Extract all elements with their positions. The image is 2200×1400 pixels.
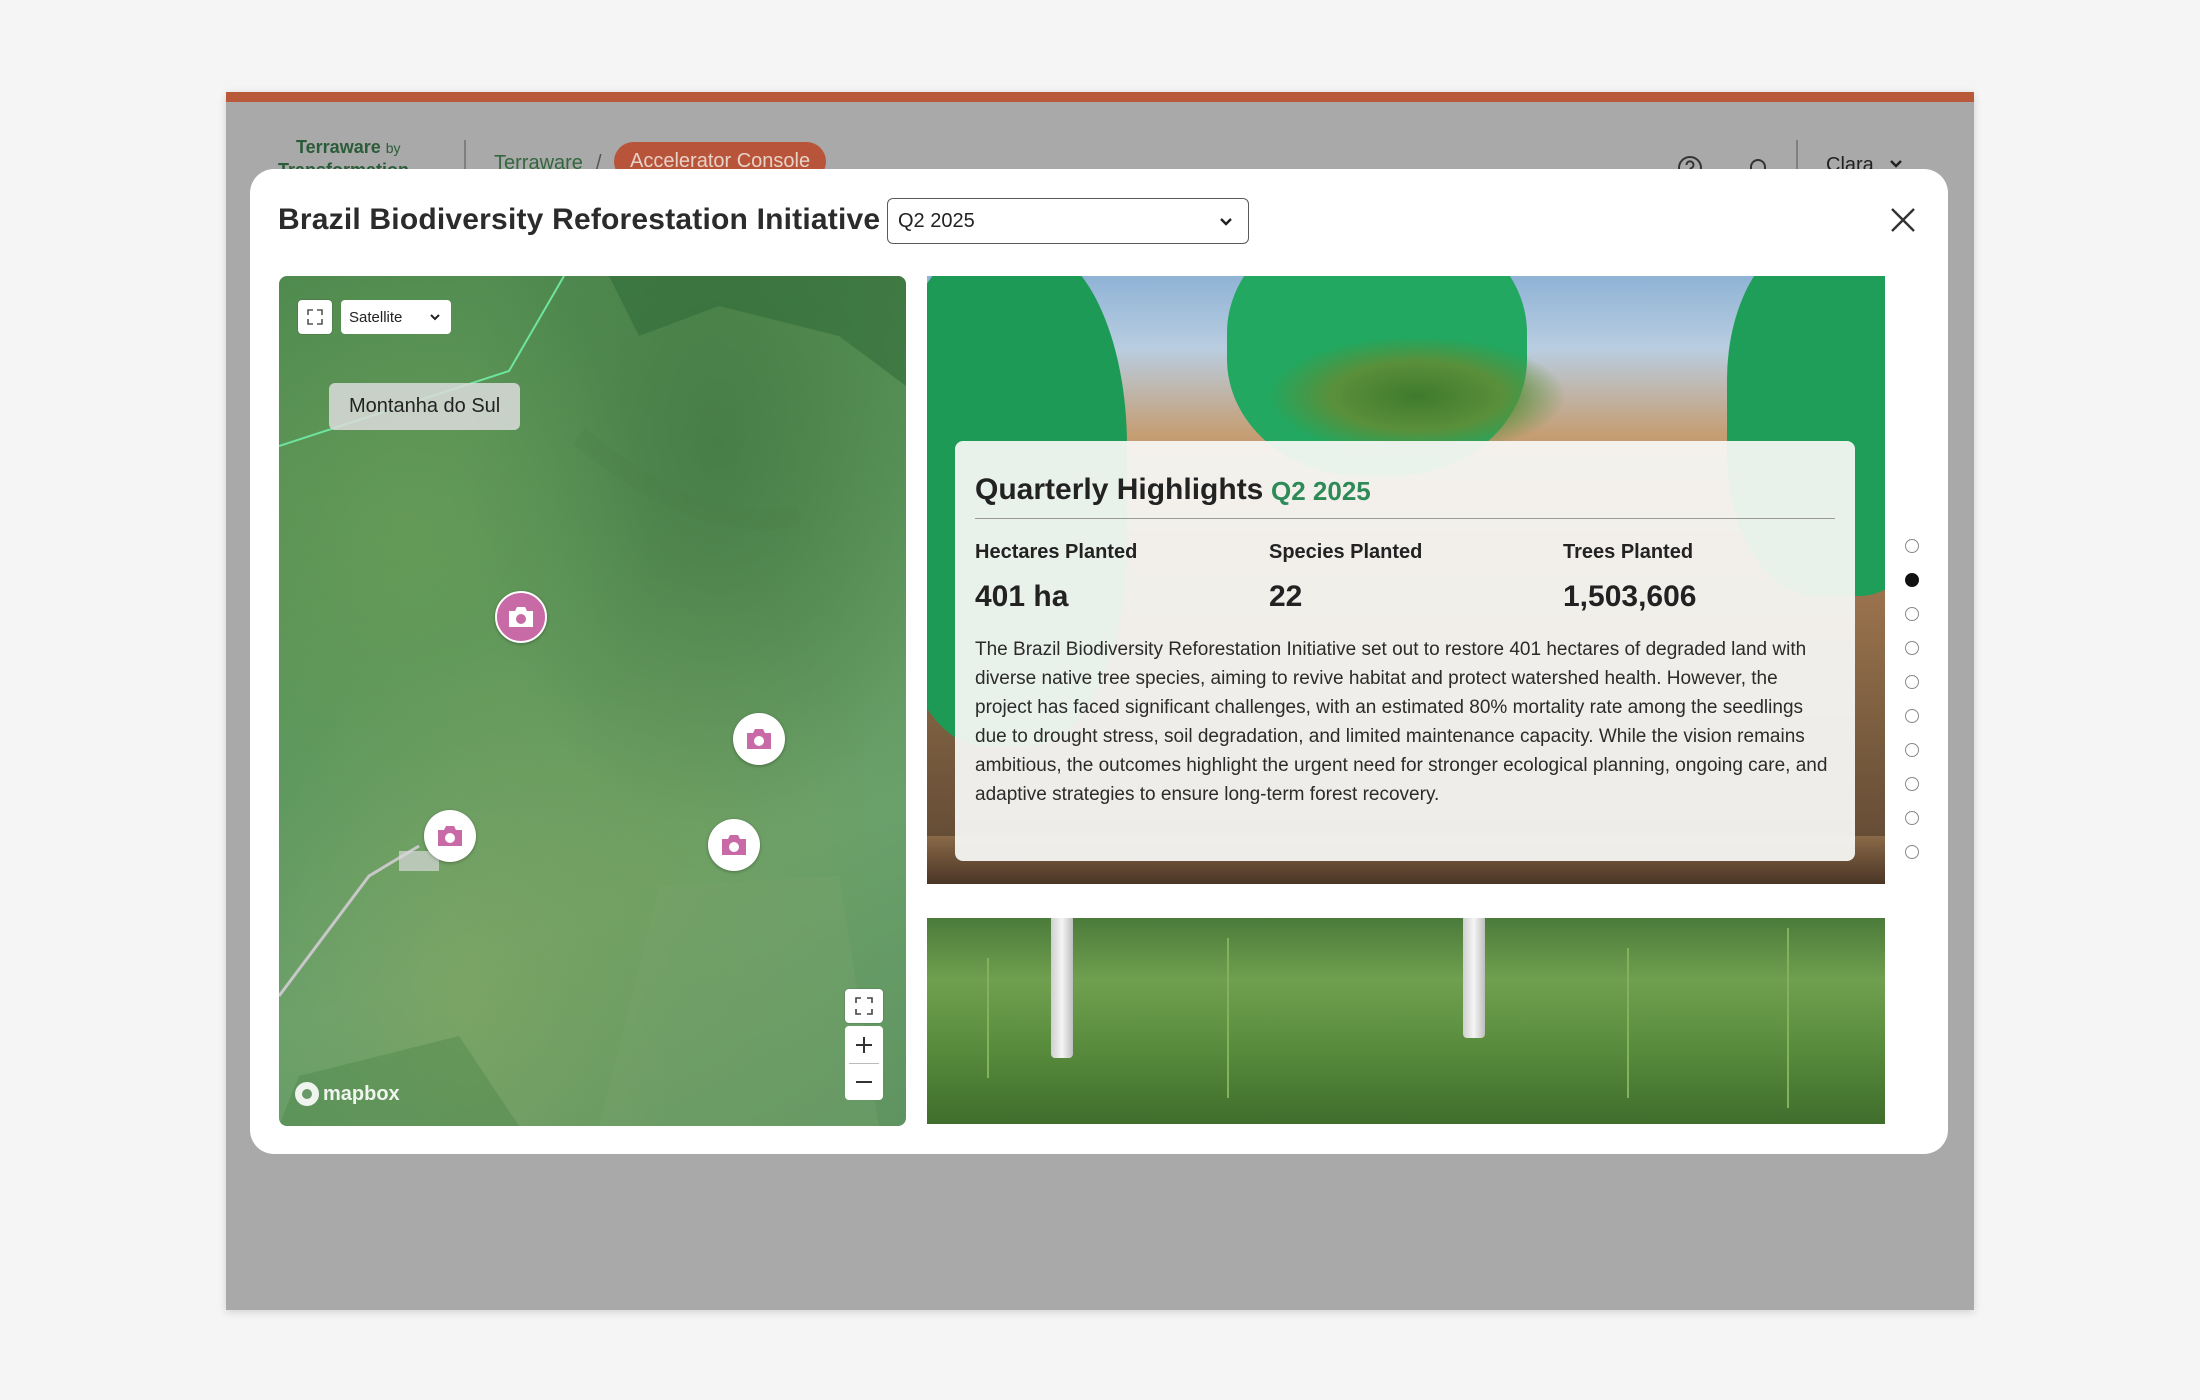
fullscreen-button[interactable] [845, 989, 883, 1023]
logo-name: Terraware [296, 137, 381, 157]
photo-grass [1627, 948, 1629, 1098]
map-type-select[interactable]: Satellite [341, 300, 451, 334]
stat-value: 22 [1269, 580, 1303, 613]
minus-icon [856, 1080, 872, 1083]
photo-marker[interactable] [495, 591, 547, 643]
pagination-dot[interactable] [1905, 845, 1919, 859]
pagination-dot[interactable] [1905, 743, 1919, 757]
photo-post [1463, 918, 1485, 1038]
map-type-value: Satellite [349, 309, 403, 326]
stat-value: 401 ha [975, 580, 1069, 613]
camera-icon [438, 826, 462, 846]
expand-icon [307, 309, 323, 325]
stat-label: Hectares Planted [975, 541, 1138, 563]
pagination-dot[interactable] [1905, 777, 1919, 791]
plus-icon [856, 1036, 872, 1053]
project-highlights-modal: Brazil Biodiversity Reforestation Initia… [250, 169, 1948, 1154]
photo-grass [1787, 928, 1789, 1108]
app-logo[interactable]: Terraware by [296, 138, 401, 157]
highlights-period: Q2 2025 [1271, 476, 1371, 506]
photo-grass [1227, 938, 1229, 1098]
modal-title: Brazil Biodiversity Reforestation Initia… [278, 203, 881, 236]
photo-marker[interactable] [733, 713, 785, 765]
stat-species: Species Planted 22 [1269, 541, 1422, 614]
zoom-controls [845, 1026, 883, 1100]
photo-post [1051, 918, 1073, 1058]
pagination-dot[interactable] [1905, 675, 1919, 689]
project-map[interactable]: Satellite Montanha do Sul mapbox [279, 276, 906, 1126]
camera-icon [747, 729, 771, 749]
highlights-divider [975, 518, 1835, 519]
pagination-dot[interactable] [1905, 539, 1919, 553]
mapbox-attribution[interactable]: mapbox [295, 1082, 400, 1106]
chevron-down-icon [1220, 218, 1232, 226]
stat-trees: Trees Planted 1,503,606 [1563, 541, 1696, 614]
photo-marker[interactable] [708, 819, 760, 871]
pagination-dot[interactable] [1905, 641, 1919, 655]
quarterly-highlights-panel: Quarterly Highlights Q2 2025 Hectares Pl… [955, 441, 1855, 861]
pagination-dot[interactable] [1905, 709, 1919, 723]
header-accent-bar [226, 92, 1974, 102]
highlight-photo-card: Quarterly Highlights Q2 2025 Hectares Pl… [927, 276, 1885, 884]
zoom-out-button[interactable] [845, 1063, 883, 1100]
logo-by: by [385, 140, 401, 156]
stat-hectares: Hectares Planted 401 ha [975, 541, 1137, 614]
stat-label: Trees Planted [1563, 541, 1694, 563]
zoom-in-button[interactable] [845, 1026, 883, 1063]
photo-plants [1267, 336, 1567, 456]
mapbox-logo-icon [295, 1082, 319, 1106]
pagination-dot[interactable] [1905, 607, 1919, 621]
grass-photo-card [927, 918, 1885, 1124]
mapbox-wordmark: mapbox [323, 1082, 400, 1105]
photo-grass [987, 958, 989, 1078]
camera-icon [722, 835, 746, 855]
map-expand-button[interactable] [298, 300, 332, 334]
pagination-dot[interactable] [1905, 811, 1919, 825]
stat-value: 1,503,606 [1563, 580, 1697, 613]
photo-marker[interactable] [424, 810, 476, 862]
chevron-down-icon [430, 314, 440, 321]
stat-label: Species Planted [1269, 541, 1423, 563]
pagination-dot[interactable] [1905, 573, 1919, 587]
camera-icon [509, 607, 533, 627]
site-label: Montanha do Sul [329, 383, 521, 430]
highlights-title: Quarterly Highlights [975, 473, 1264, 506]
period-select[interactable]: Q2 2025 [887, 198, 1249, 244]
highlights-description: The Brazil Biodiversity Reforestation In… [975, 639, 1828, 805]
close-icon[interactable] [1888, 205, 1918, 235]
period-select-value: Q2 2025 [898, 210, 975, 232]
fullscreen-icon [855, 997, 873, 1015]
